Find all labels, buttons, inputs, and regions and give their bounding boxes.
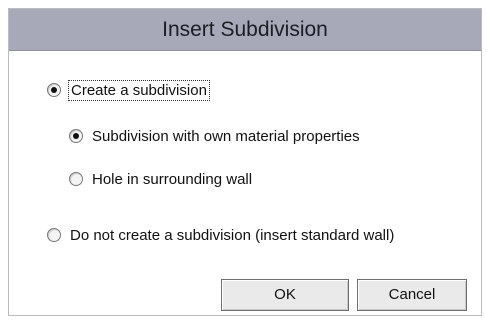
- hole-in-wall-radio[interactable]: [69, 172, 83, 186]
- hole-in-wall-option[interactable]: Hole in surrounding wall: [69, 168, 252, 190]
- own-material-option[interactable]: Subdivision with own material properties: [69, 125, 360, 147]
- dialog-title: Insert Subdivision: [162, 18, 328, 41]
- insert-subdivision-dialog: Insert Subdivision Create a subdivision …: [8, 8, 482, 316]
- create-subdivision-option[interactable]: Create a subdivision: [47, 79, 210, 101]
- own-material-label[interactable]: Subdivision with own material properties: [92, 128, 360, 145]
- dialog-title-bar: Insert Subdivision: [9, 9, 481, 51]
- create-subdivision-label[interactable]: Create a subdivision: [68, 79, 210, 101]
- ok-button[interactable]: OK: [221, 279, 349, 311]
- no-subdivision-label[interactable]: Do not create a subdivision (insert stan…: [70, 227, 394, 244]
- no-subdivision-radio[interactable]: [47, 228, 61, 242]
- create-subdivision-radio[interactable]: [47, 83, 61, 97]
- hole-in-wall-label[interactable]: Hole in surrounding wall: [92, 171, 252, 188]
- own-material-radio[interactable]: [69, 129, 83, 143]
- cancel-button[interactable]: Cancel: [357, 279, 467, 311]
- no-subdivision-option[interactable]: Do not create a subdivision (insert stan…: [47, 224, 394, 246]
